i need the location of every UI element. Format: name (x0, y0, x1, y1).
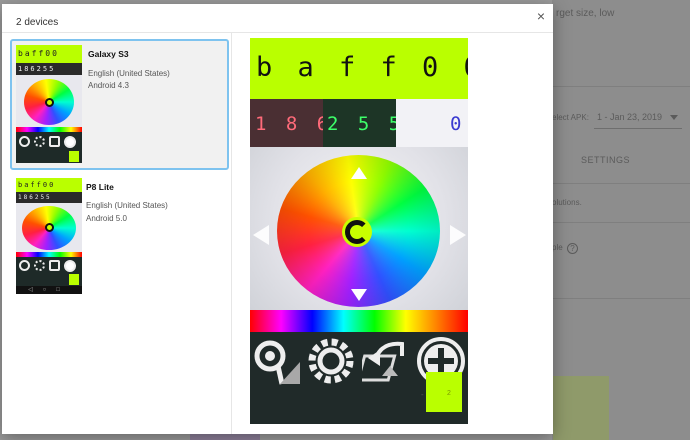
color-wheel-area[interactable] (250, 147, 468, 310)
swatch-count: 2 (447, 390, 451, 397)
device-card-p8-lite[interactable]: baff00 186255 ◁○□ P8 Lite English (Unite… (10, 174, 229, 296)
background-text-mid: olutions. (552, 198, 582, 207)
blue-channel[interactable]: 0 (396, 99, 468, 147)
settings-gear-icon[interactable] (306, 336, 356, 386)
dialog-header-divider (2, 32, 553, 33)
background-select-underline (594, 128, 682, 129)
thumbnail-rgb-text: 186255 (16, 63, 82, 75)
thumbnail-add-icon (64, 136, 76, 148)
background-thumbnail (553, 376, 609, 440)
thumbnail-undo-icon (49, 260, 60, 271)
green-value: 2 5 5 (327, 113, 405, 135)
devices-dialog: 2 devices × baff00 186255 Galaxy S3 Engl… (2, 4, 553, 434)
background-divider (552, 298, 690, 299)
red-value: 1 8 6 (255, 113, 333, 135)
thumbnail-hex-text: baff00 (16, 45, 82, 63)
thumbnail-zoom-icon (19, 136, 30, 147)
thumbnail-selector (45, 98, 54, 107)
zoom-tool-icon[interactable] (252, 336, 302, 386)
hex-value: b a f f 0 0 (256, 52, 468, 83)
device-locale: English (United States) (86, 201, 168, 210)
close-icon[interactable]: × (533, 8, 549, 24)
rgb-display: 1 8 6 2 5 5 0 (250, 99, 468, 147)
background-settings-button[interactable]: SETTINGS (581, 155, 630, 165)
device-card-galaxy-s3[interactable]: baff00 186255 Galaxy S3 English (United … (10, 39, 229, 170)
hex-display: b a f f 0 0 (250, 38, 468, 99)
arrow-left-icon[interactable] (253, 225, 269, 245)
arrow-right-icon[interactable] (450, 225, 466, 245)
thumbnail-rgb-text: 186255 (16, 192, 82, 203)
device-thumbnail-p8-lite: baff00 186255 ◁○□ (16, 178, 82, 294)
undo-image-icon[interactable] (362, 336, 412, 386)
background-divider (552, 183, 690, 184)
background-text-low: ple (552, 243, 563, 252)
thumbnail-swatch (69, 151, 79, 162)
background-apk-select[interactable]: 1 - Jan 23, 2019 (597, 112, 662, 122)
device-locale: English (United States) (88, 69, 170, 78)
green-channel[interactable]: 2 5 5 (323, 99, 400, 147)
arrow-up-icon[interactable] (351, 167, 367, 179)
color-selector-ring[interactable] (345, 220, 369, 244)
device-os-version: Android 5.0 (86, 214, 127, 223)
thumbnail-zoom-icon (19, 260, 30, 271)
thumbnail-selector (45, 223, 54, 232)
device-preview-screenshot: b a f f 0 0 1 8 6 2 5 5 0 - 2 (250, 38, 468, 424)
dialog-title: 2 devices (16, 17, 59, 28)
swatch-dash: - (421, 390, 424, 399)
blue-value: 0 (450, 113, 466, 135)
background-right-panel (552, 0, 690, 440)
thumbnail-nav-bar: ◁○□ (16, 286, 82, 294)
thumbnail-undo-icon (49, 136, 60, 147)
background-text-top: rget size, low (556, 8, 615, 19)
background-divider (552, 222, 690, 223)
red-channel[interactable]: 1 8 6 (250, 99, 328, 147)
background-select-label: elect APK: (552, 113, 589, 122)
background-select-arrow-icon (670, 115, 678, 120)
background-thumbnail (190, 434, 260, 440)
help-icon[interactable]: ? (567, 243, 578, 254)
thumbnail-gear-icon (34, 260, 45, 271)
tool-bar: - 2 (250, 332, 468, 424)
thumbnail-swatch (69, 274, 79, 285)
device-name: P8 Lite (86, 182, 114, 192)
dialog-column-divider (231, 32, 232, 434)
background-divider (552, 86, 690, 87)
device-name: Galaxy S3 (88, 49, 129, 59)
current-color-swatch[interactable] (426, 372, 462, 412)
thumbnail-hex-text: baff00 (16, 178, 82, 192)
device-thumbnail-galaxy-s3: baff00 186255 (16, 45, 82, 163)
device-os-version: Android 4.3 (88, 81, 129, 90)
hue-spectrum-bar[interactable] (250, 310, 468, 332)
thumbnail-add-icon (64, 260, 76, 272)
arrow-down-icon[interactable] (351, 289, 367, 301)
thumbnail-gear-icon (34, 136, 45, 147)
